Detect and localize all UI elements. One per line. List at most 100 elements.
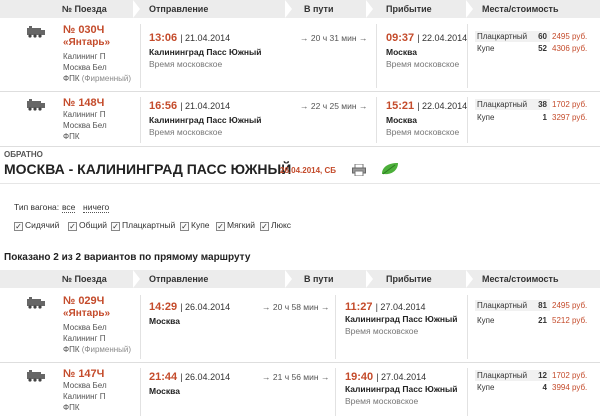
seat-price[interactable]: 2495 руб. [552, 301, 587, 310]
seat-price[interactable]: 1702 руб. [552, 371, 587, 380]
train-number[interactable]: № 029Ч [63, 295, 104, 307]
train-from: Калининг П [63, 110, 106, 119]
seat-type[interactable]: Купе 4 [477, 383, 547, 392]
col-travel-time: В пути [304, 274, 334, 284]
column-divider [140, 368, 141, 416]
checkbox-general[interactable]: ✓ Общий [68, 220, 107, 231]
checkbox-box[interactable]: ✓ [260, 222, 269, 231]
seat-count: 81 [538, 301, 547, 310]
select-all-link[interactable]: все [62, 202, 76, 213]
seat-price[interactable]: 3994 руб. [552, 383, 587, 392]
return-route-title: МОСКВА - КАЛИНИНГРАД ПАСС ЮЖНЫЙ [4, 161, 292, 177]
seat-type[interactable]: Плацкартный 38 [477, 100, 547, 109]
train-number[interactable]: № 147Ч [63, 368, 104, 380]
eco-leaf-icon[interactable] [380, 162, 400, 176]
results-count-text: Показано 2 из 2 вариантов по прямому мар… [4, 252, 251, 263]
departure-time: 16:56 | 21.04.2014 [149, 100, 230, 112]
departure-date: | 21.04.2014 [180, 101, 231, 111]
checkbox-lux[interactable]: ✓ Люкс [260, 220, 291, 231]
departure-time-value: 14:29 [149, 301, 178, 313]
train-name: «Янтарь» [63, 308, 111, 319]
train-row[interactable]: № 030Ч «Янтарь» Калининг П Москва Бел ФП… [0, 20, 600, 92]
seat-type[interactable]: Плацкартный 81 [477, 301, 547, 310]
checkbox-box[interactable]: ✓ [14, 222, 23, 231]
travel-duration-value: 21 ч 56 мин [272, 372, 319, 382]
return-label: ОБРАТНО [4, 150, 43, 159]
seat-type-label: Плацкартный [477, 371, 528, 380]
checkbox-box[interactable]: ✓ [111, 222, 120, 231]
seat-price[interactable]: 3297 руб. [552, 113, 587, 122]
travel-duration: → 20 ч 31 мин → [300, 33, 368, 43]
seat-type[interactable]: Плацкартный 60 [477, 32, 547, 41]
arrival-time-value: 15:21 [386, 100, 415, 112]
header-divider [366, 0, 373, 18]
arrival-timezone: Время московское [345, 326, 419, 336]
train-from: Москва Бел [63, 323, 107, 332]
train-from: Калининг П [63, 52, 106, 61]
train-number[interactable]: № 148Ч [63, 97, 104, 109]
seat-type-label: Плацкартный [477, 100, 528, 109]
train-row[interactable]: № 147Ч Москва Бел Калининг П ФПК 21:44 |… [0, 364, 600, 420]
header-divider [285, 270, 292, 288]
seat-price[interactable]: 4306 руб. [552, 44, 587, 53]
checkbox-label: Плацкартный [122, 220, 176, 230]
seat-count: 12 [538, 371, 547, 380]
return-route-date: 26.04.2014, СБ [280, 166, 337, 175]
train-to: Калининг П [63, 334, 106, 343]
divider [0, 183, 600, 184]
header-divider [133, 270, 140, 288]
col-train-number: № Поезда [62, 4, 107, 14]
arrival-station: Москва [386, 115, 417, 125]
arrival-station: Москва [386, 47, 417, 57]
checkbox-platzkart[interactable]: ✓ Плацкартный [111, 220, 175, 231]
checkbox-soft[interactable]: ✓ Мягкий [216, 220, 255, 231]
seat-price[interactable]: 5212 руб. [552, 316, 587, 325]
header-divider [466, 0, 473, 18]
departure-time: 14:29 | 26.04.2014 [149, 301, 230, 313]
departure-station: Калининград Пасс Южный [149, 115, 262, 125]
train-carrier: ФПК [63, 132, 80, 141]
carrier-name: ФПК [63, 74, 80, 83]
departure-station: Москва [149, 386, 180, 396]
select-none-link[interactable]: ничего [83, 202, 110, 213]
checkbox-kupe[interactable]: ✓ Купе [180, 220, 210, 231]
seat-type[interactable]: Плацкартный 12 [477, 371, 547, 380]
train-number[interactable]: № 030Ч [63, 24, 104, 36]
seat-type[interactable]: Купе 21 [477, 316, 547, 325]
print-icon[interactable] [352, 164, 366, 176]
seat-price[interactable]: 1702 руб. [552, 100, 587, 109]
checkbox-seated[interactable]: ✓ Сидячий [14, 220, 59, 231]
header-divider [133, 0, 140, 18]
seat-price[interactable]: 2495 руб. [552, 32, 587, 41]
seat-type[interactable]: Купе 1 [477, 113, 547, 122]
train-icon [27, 99, 45, 111]
departure-timezone: Время московское [149, 127, 223, 137]
column-divider [467, 368, 468, 416]
col-arrival: Прибытие [386, 4, 432, 14]
column-divider [467, 24, 468, 88]
seat-type-label: Купе [477, 44, 495, 53]
seat-type[interactable]: Купе 52 [477, 44, 547, 53]
col-arrival: Прибытие [386, 274, 432, 284]
train-carrier: ФПК (Фирменный) [63, 73, 131, 84]
column-divider [467, 97, 468, 143]
checkbox-label: Мягкий [227, 220, 255, 230]
train-icon [27, 297, 45, 309]
col-seats-price: Места/стоимость [482, 4, 559, 14]
arrival-timezone: Время московское [345, 396, 419, 406]
train-to: Москва Бел [63, 63, 107, 72]
seat-type-label: Плацкартный [477, 32, 528, 41]
train-carrier: ФПК (Фирменный) [63, 344, 131, 355]
train-row[interactable]: № 029Ч «Янтарь» Москва Бел Калининг П ФП… [0, 291, 600, 363]
train-row[interactable]: № 148Ч Калининг П Москва Бел ФПК 16:56 |… [0, 93, 600, 147]
travel-duration: → 21 ч 56 мин → [262, 372, 330, 382]
train-to: Москва Бел [63, 121, 107, 130]
checkbox-box[interactable]: ✓ [216, 222, 225, 231]
train-from: Москва Бел [63, 381, 107, 390]
column-divider [140, 97, 141, 143]
arrival-timezone: Время московское [386, 127, 460, 137]
travel-duration-value: 22 ч 25 мин [310, 101, 357, 111]
seat-type-label: Плацкартный [477, 301, 528, 310]
checkbox-box[interactable]: ✓ [180, 222, 189, 231]
checkbox-box[interactable]: ✓ [68, 222, 77, 231]
